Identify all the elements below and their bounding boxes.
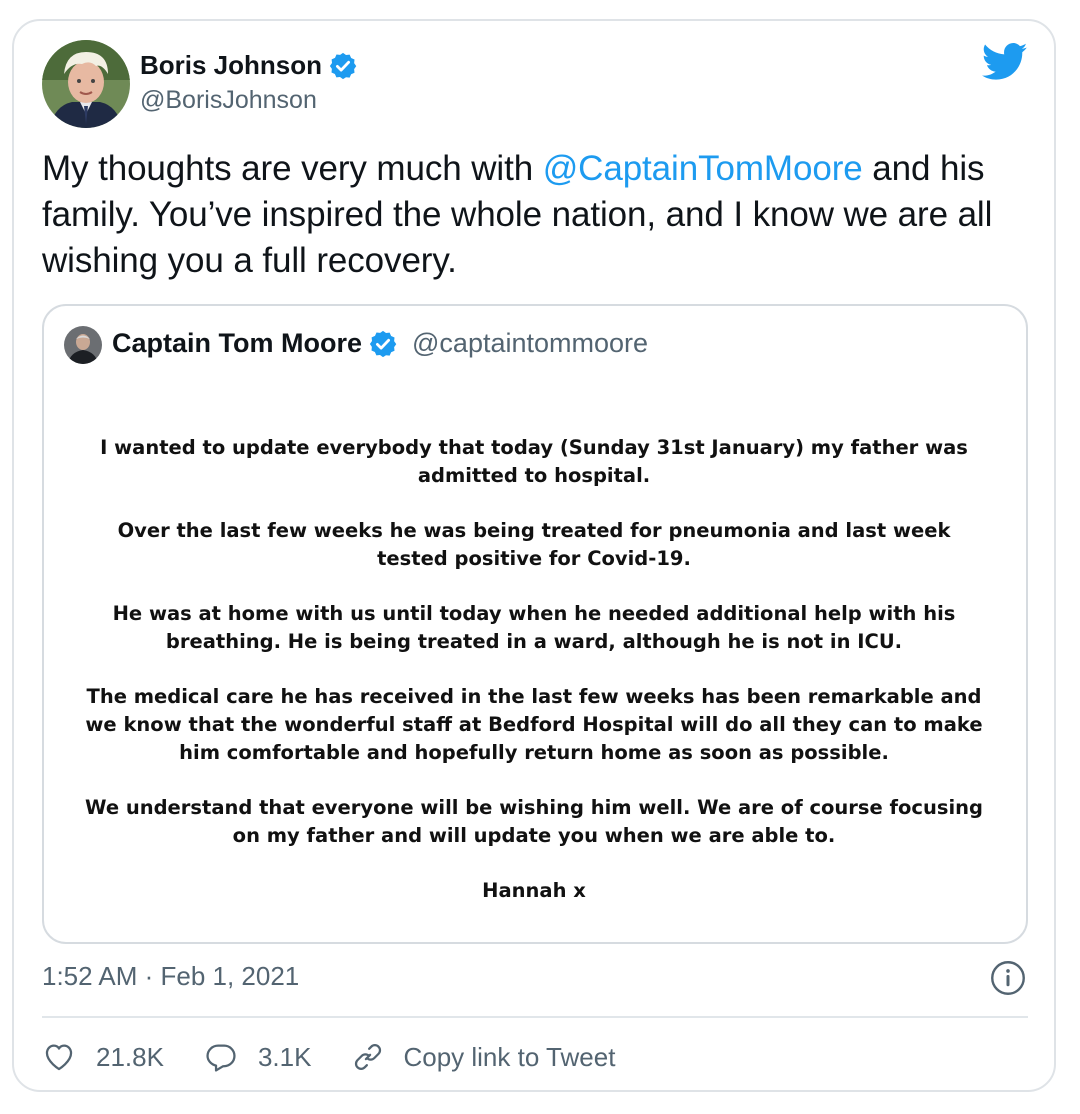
reply-button[interactable]: 3.1K [204,1040,312,1074]
twitter-bird-icon[interactable] [982,42,1028,82]
like-button[interactable]: 21.8K [42,1040,164,1074]
author-handle[interactable]: @BorisJohnson [140,86,317,115]
statement-paragraph: He was at home with us until today when … [112,602,956,653]
statement-paragraph: We understand that everyone will be wish… [85,796,983,847]
info-icon[interactable] [990,960,1026,996]
statement-paragraph: Over the last few weeks he was being tre… [117,519,951,570]
quoted-author-name[interactable]: Captain Tom Moore [112,328,362,359]
tweet-text-start: My thoughts are very much with [42,149,543,188]
statement-paragraph: The medical care he has received in the … [85,685,983,764]
statement-image[interactable]: I wanted to update everybody that today … [84,434,984,932]
quoted-tweet[interactable]: Captain Tom Moore @captaintommoore I wan… [42,304,1028,944]
tweet-text: My thoughts are very much with @CaptainT… [42,146,1042,284]
heart-icon [45,1044,73,1071]
quoted-author-handle[interactable]: @captaintommoore [412,328,648,359]
link-icon [355,1044,382,1070]
tweet-timestamp[interactable]: 1:52 AM · Feb 1, 2021 [42,961,299,992]
copy-link-label: Copy link to Tweet [403,1041,616,1072]
author-name[interactable]: Boris Johnson [140,50,322,81]
author-avatar[interactable] [42,40,130,128]
mention-link[interactable]: @CaptainTomMoore [543,149,863,188]
divider [42,1016,1028,1018]
quoted-author-avatar[interactable] [64,326,102,364]
action-bar: 21.8K 3.1K Copy link to Tweet [42,1036,655,1078]
verified-badge-icon [369,330,397,357]
reply-count: 3.1K [257,1041,312,1072]
reply-bubble-icon [206,1044,236,1072]
copy-link-button[interactable]: Copy link to Tweet [351,1040,615,1074]
statement-paragraph: I wanted to update everybody that today … [100,436,968,487]
statement-signature: Hannah x [482,879,586,902]
verified-badge-icon [329,52,357,79]
like-count: 21.8K [96,1041,164,1072]
